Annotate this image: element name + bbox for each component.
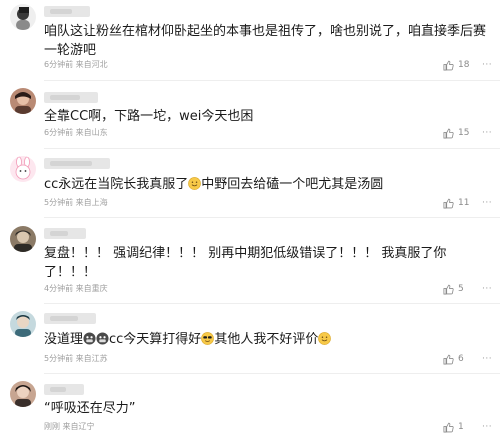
comment-text: 咱队这让粉丝在棺材仰卧起坐的本事也是祖传了，啥也别说了，咱直接季后赛一轮游吧	[44, 24, 487, 58]
comment-meta: 6分钟前 来自河北	[44, 60, 108, 69]
comment-text: 全靠CC啊，下路一坨，wei今天也困	[44, 109, 254, 124]
avatar[interactable]	[10, 311, 36, 337]
thumbs-up-icon	[443, 60, 454, 70]
comment-meta: 6分钟前 来自山东	[44, 128, 108, 137]
mask-face-emoji-icon	[83, 332, 96, 345]
like-button[interactable]: 6	[443, 353, 464, 365]
like-button[interactable]: 18	[443, 59, 469, 71]
more-options-button[interactable]: ···	[482, 353, 492, 365]
like-count: 18	[458, 60, 470, 70]
thumbs-up-icon	[443, 354, 454, 364]
divider	[44, 303, 500, 304]
avatar[interactable]	[10, 88, 36, 114]
comment-text: 没道理 cc今天算打得好 其他人我不好评价	[44, 330, 492, 349]
thumbs-up-icon	[443, 422, 454, 432]
more-options-button[interactable]: ···	[482, 421, 492, 433]
avatar[interactable]	[10, 226, 36, 252]
divider	[44, 373, 500, 374]
divider	[44, 80, 500, 81]
thumbs-up-icon	[443, 284, 454, 294]
more-options-button[interactable]: ···	[482, 127, 492, 139]
divider	[44, 217, 500, 218]
comment-meta: 5分钟前 来自江苏	[44, 354, 108, 363]
mask-face-emoji-icon	[96, 332, 109, 345]
username-blurred[interactable]	[44, 6, 90, 17]
thumbs-up-icon	[443, 198, 454, 208]
username-blurred[interactable]	[44, 313, 96, 324]
username-blurred[interactable]	[44, 158, 110, 169]
comment-text: 复盘！！！ 强调纪律！！！ 别再中期犯低级错误了！！！ 我真服了你了！！！	[44, 246, 447, 280]
smile-emoji-icon	[188, 177, 202, 190]
like-count: 6	[458, 354, 464, 364]
like-button[interactable]: 5	[443, 283, 464, 295]
like-count: 11	[458, 198, 470, 208]
comment-meta: 刚刚 来自辽宁	[44, 422, 95, 431]
like-count: 5	[458, 284, 464, 294]
divider	[44, 148, 500, 149]
comment-text: cc永远在当院长我真服了 中野回去给磕一个吧尤其是汤圆	[44, 177, 384, 192]
like-count: 1	[458, 422, 464, 432]
more-options-button[interactable]: ···	[482, 59, 492, 71]
username-blurred[interactable]	[44, 384, 84, 395]
comment-meta: 5分钟前 来自上海	[44, 198, 108, 207]
like-button[interactable]: 11	[443, 197, 469, 209]
comment-text: “呼吸还在尽力”	[44, 401, 136, 416]
avatar[interactable]	[10, 156, 36, 182]
smile-emoji-icon	[318, 332, 332, 345]
comment-meta: 4分钟前 来自重庆	[44, 284, 108, 293]
avatar[interactable]	[10, 4, 36, 30]
sunglasses-emoji-icon	[201, 332, 215, 345]
more-options-button[interactable]: ···	[482, 197, 492, 209]
like-button[interactable]: 15	[443, 127, 469, 139]
username-blurred[interactable]	[44, 228, 86, 239]
more-options-button[interactable]: ···	[482, 283, 492, 295]
like-button[interactable]: 1	[443, 421, 464, 433]
avatar[interactable]	[10, 381, 36, 407]
like-count: 15	[458, 128, 470, 138]
username-blurred[interactable]	[44, 92, 98, 103]
thumbs-up-icon	[443, 128, 454, 138]
